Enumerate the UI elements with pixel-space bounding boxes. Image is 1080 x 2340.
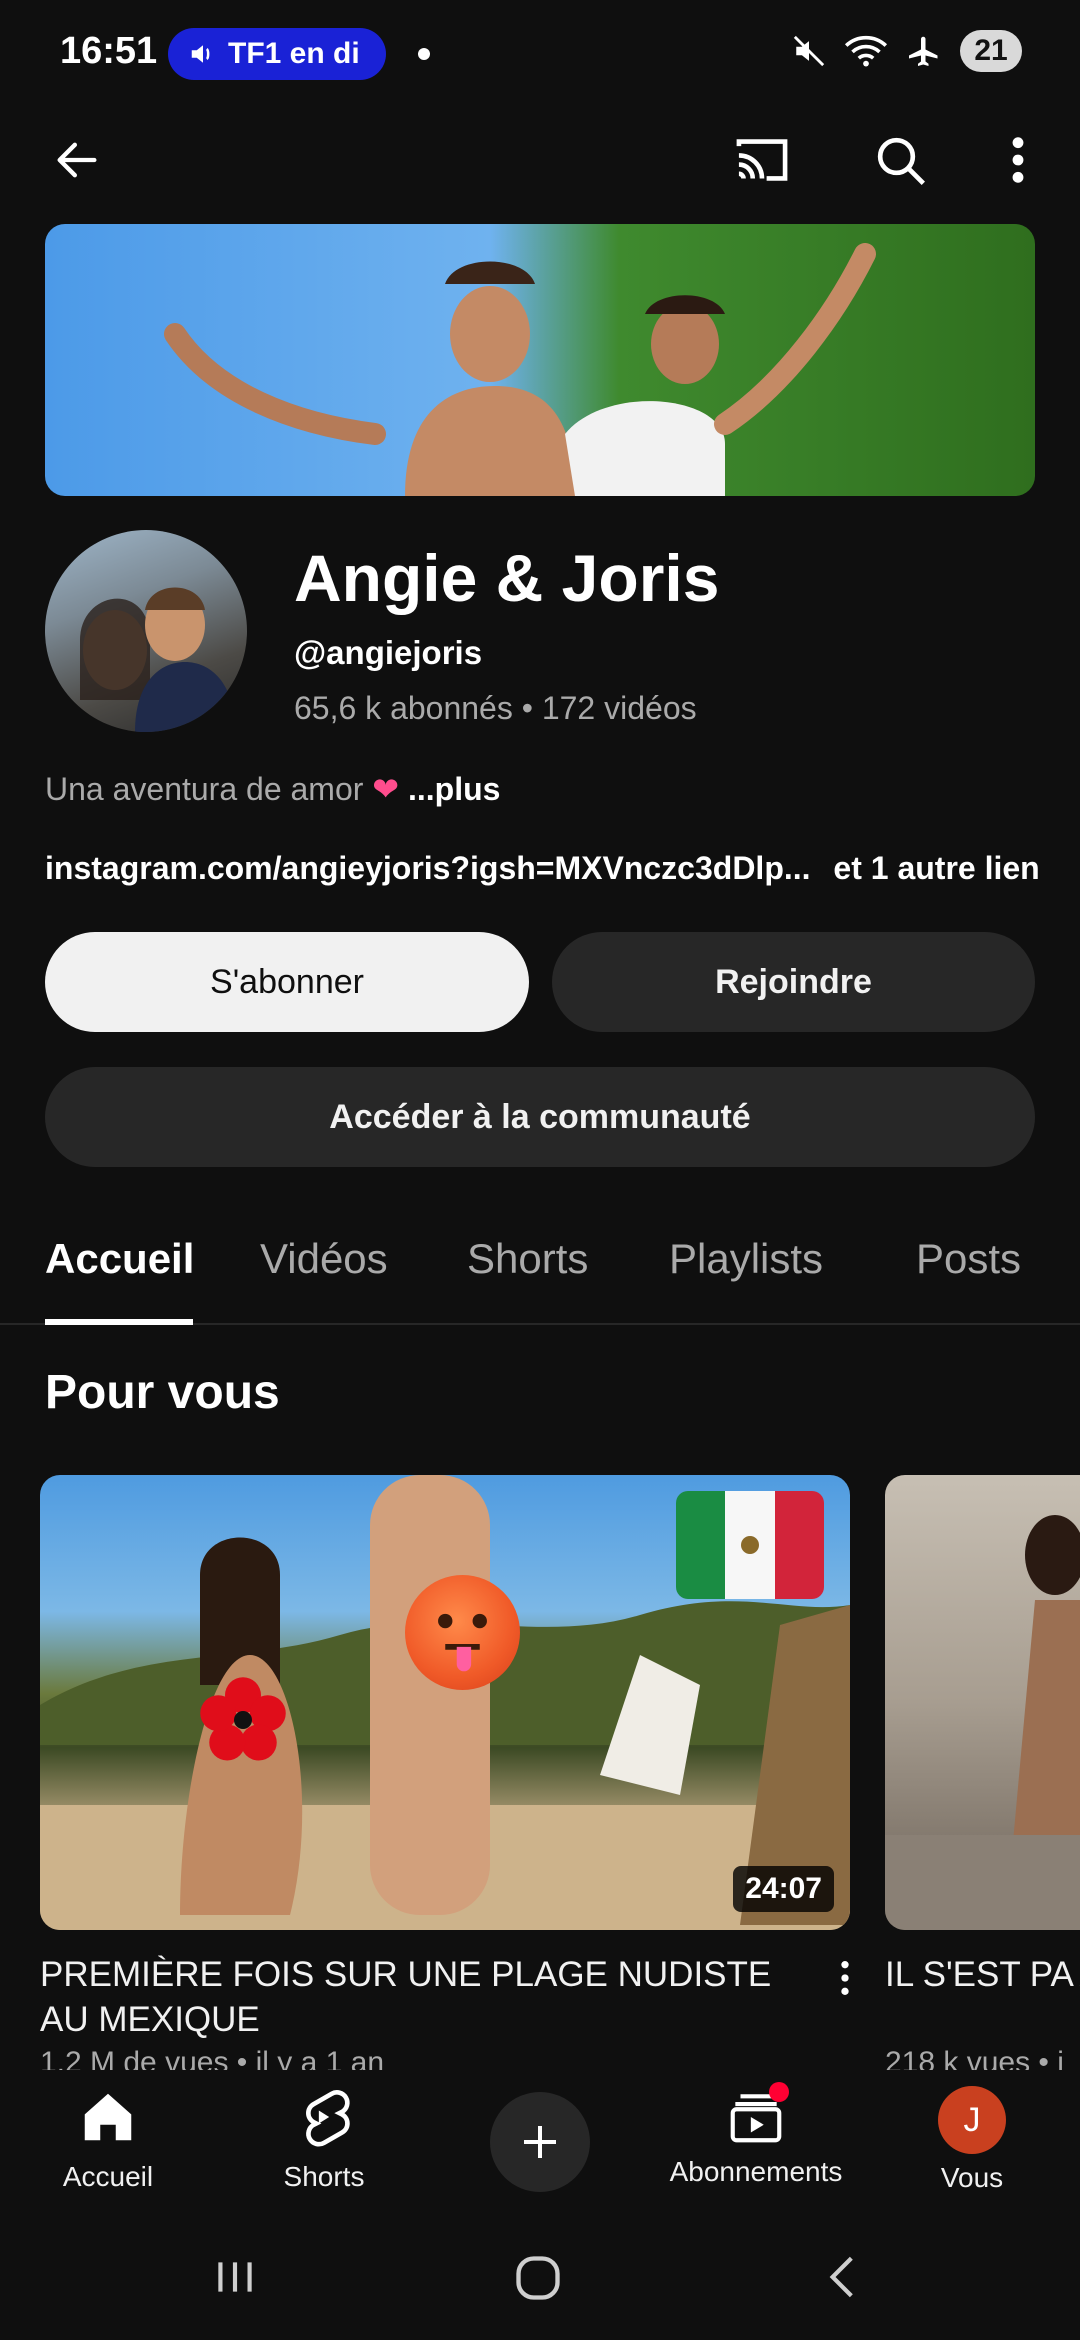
channel-stats: 65,6 k abonnés • 172 vidéos bbox=[294, 690, 697, 726]
channel-avatar[interactable] bbox=[45, 530, 247, 732]
recent-apps-button[interactable] bbox=[210, 2252, 260, 2307]
nav-you[interactable]: J Vous bbox=[872, 2086, 1072, 2194]
nav-you-label: Vous bbox=[940, 2162, 1004, 2193]
more-options-button[interactable] bbox=[986, 128, 1050, 192]
description-more-link[interactable]: ...plus bbox=[408, 771, 500, 807]
notification-dot bbox=[418, 48, 430, 60]
status-bar: 16:51 TF1 en di 21 bbox=[0, 0, 1080, 110]
video-thumbnail[interactable]: 24:07 bbox=[40, 1475, 850, 1930]
video-duration: 24:07 bbox=[733, 1866, 834, 1912]
mute-icon bbox=[793, 35, 825, 67]
home-icon bbox=[84, 2093, 132, 2141]
back-system-button[interactable] bbox=[818, 2252, 868, 2307]
app-bar bbox=[0, 110, 1080, 210]
thumbnail-image bbox=[885, 1515, 1080, 1930]
active-tab-indicator bbox=[45, 1319, 193, 1325]
avatar-image bbox=[80, 587, 235, 732]
airplane-icon bbox=[909, 36, 938, 66]
back-arrow-icon bbox=[57, 142, 97, 178]
back-button[interactable] bbox=[45, 128, 109, 192]
search-button[interactable] bbox=[868, 128, 932, 192]
section-title: Pour vous bbox=[45, 1366, 280, 1419]
community-button[interactable]: Accéder à la communauté bbox=[45, 1067, 1035, 1167]
media-playing-pill[interactable]: TF1 en di bbox=[168, 28, 386, 80]
recent-apps-icon bbox=[218, 2262, 252, 2292]
status-icons: 21 bbox=[792, 30, 1022, 72]
nav-home-label: Accueil bbox=[62, 2161, 154, 2192]
wifi-icon bbox=[844, 35, 888, 67]
more-vertical-icon bbox=[1012, 137, 1024, 183]
channel-handle: @angiejoris bbox=[294, 634, 483, 671]
other-links-link[interactable]: et 1 autre lien bbox=[833, 850, 1039, 886]
bottom-navigation: Accueil Shorts Abonnements J Vous bbox=[0, 2070, 1080, 2220]
cast-icon bbox=[736, 139, 788, 181]
cast-button[interactable] bbox=[730, 128, 794, 192]
system-navigation bbox=[0, 2220, 1080, 2340]
nav-shorts-label: Shorts bbox=[283, 2161, 365, 2192]
mexico-flag-icon bbox=[676, 1491, 824, 1599]
more-vertical-icon bbox=[841, 1961, 849, 1995]
banner-people-image bbox=[164, 243, 876, 496]
channel-banner bbox=[45, 224, 1035, 496]
speaker-icon bbox=[191, 45, 210, 63]
chevron-left-icon bbox=[829, 2256, 853, 2298]
join-button[interactable]: Rejoindre bbox=[552, 932, 1035, 1032]
nav-home[interactable]: Accueil bbox=[8, 2086, 208, 2193]
nav-shorts[interactable]: Shorts bbox=[224, 2086, 424, 2193]
flower-censor-icon bbox=[200, 1677, 286, 1761]
status-time: 16:51 bbox=[60, 30, 158, 72]
subscribe-button[interactable]: S'abonner bbox=[45, 932, 529, 1032]
create-button[interactable] bbox=[490, 2092, 590, 2192]
subscriptions-badge bbox=[769, 2082, 789, 2102]
shorts-icon bbox=[306, 2090, 350, 2147]
channel-name: Angie & Joris bbox=[294, 541, 720, 615]
nav-subscriptions[interactable]: Abonnements bbox=[656, 2082, 856, 2188]
channel-description[interactable]: Una aventura de amor ❤ ...plus bbox=[45, 770, 500, 808]
video-thumbnail[interactable] bbox=[885, 1475, 1080, 1930]
tab-home[interactable]: Accueil bbox=[45, 1235, 194, 1283]
home-circle-icon bbox=[516, 2256, 560, 2300]
tab-shorts[interactable]: Shorts bbox=[467, 1235, 588, 1283]
video-title[interactable]: PREMIÈRE FOIS SUR UNE PLAGE NUDISTE AU M… bbox=[40, 1952, 800, 2042]
plus-icon bbox=[524, 2126, 556, 2158]
home-system-button[interactable] bbox=[512, 2252, 564, 2309]
search-icon bbox=[877, 137, 925, 185]
hot-face-emoji-icon bbox=[405, 1575, 520, 1690]
heart-icon: ❤ bbox=[372, 771, 400, 807]
description-text: Una aventura de amor bbox=[45, 771, 364, 807]
nav-subscriptions-label: Abonnements bbox=[669, 2156, 843, 2187]
channel-links: instagram.com/angieyjoris?igsh=MXVnczc3d… bbox=[45, 850, 1040, 887]
tab-playlists[interactable]: Playlists bbox=[669, 1235, 823, 1283]
tab-videos[interactable]: Vidéos bbox=[260, 1235, 388, 1283]
battery-indicator: 21 bbox=[960, 30, 1022, 72]
channel-tabs: Accueil Vidéos Shorts Playlists Posts bbox=[0, 1195, 1080, 1325]
video-title[interactable]: IL S'EST PA AUX BAÑOS bbox=[885, 1952, 1080, 1997]
instagram-link[interactable]: instagram.com/angieyjoris?igsh=MXVnczc3d… bbox=[45, 850, 811, 886]
user-avatar: J bbox=[938, 2086, 1006, 2154]
video-menu-button[interactable] bbox=[838, 1958, 852, 2003]
media-pill-label: TF1 en di bbox=[228, 37, 360, 70]
tab-posts[interactable]: Posts bbox=[916, 1235, 1021, 1283]
